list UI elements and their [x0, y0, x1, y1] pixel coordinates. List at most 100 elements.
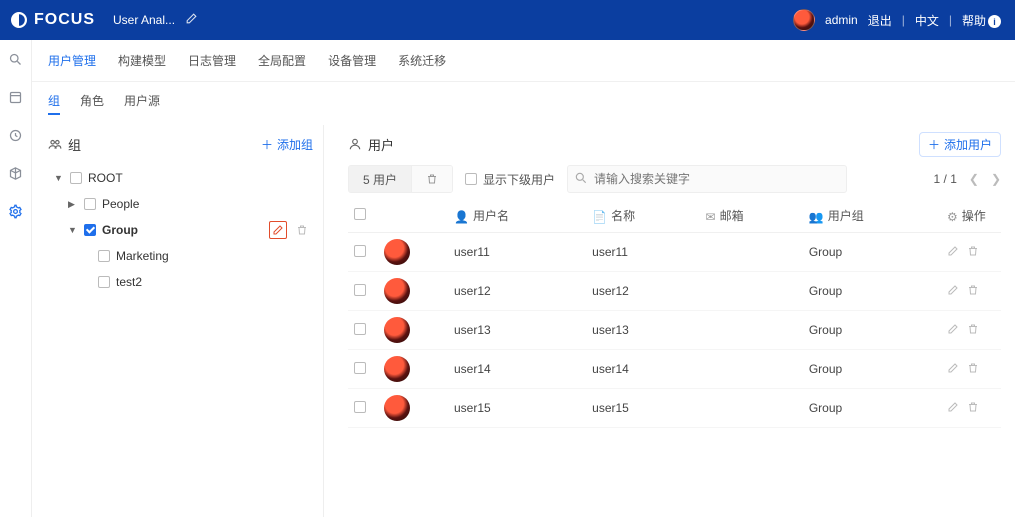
nav2-item-0[interactable]: 组 [48, 92, 60, 115]
workspace-label: User Anal... [113, 13, 175, 27]
trash-icon[interactable] [967, 362, 979, 377]
trash-icon[interactable] [293, 221, 311, 239]
search-input[interactable] [567, 165, 847, 193]
add-user-button[interactable]: ＋ 添加用户 [919, 132, 1001, 157]
user-table: 👤用户名 📄名称 ✉邮箱 👥用户组 ⚙操作 user11user11Groupu… [348, 199, 1001, 428]
cube-icon[interactable] [8, 166, 23, 184]
avatar[interactable] [793, 9, 815, 31]
user-icon [348, 137, 362, 151]
cell-group: Group [803, 389, 941, 428]
logout-link[interactable]: 退出 [868, 12, 892, 29]
table-row[interactable]: user11user11Group [348, 233, 1001, 272]
table-row[interactable]: user13user13Group [348, 311, 1001, 350]
add-group-button[interactable]: ＋ 添加组 [257, 136, 317, 153]
show-subgroup-checkbox[interactable] [465, 173, 477, 185]
nav1-item-0[interactable]: 用户管理 [48, 52, 96, 75]
mail-icon: ✉ [706, 210, 716, 224]
row-checkbox[interactable] [354, 284, 366, 296]
nav1-item-4[interactable]: 设备管理 [328, 52, 376, 75]
select-all-checkbox[interactable] [354, 208, 366, 220]
caret-icon[interactable]: ▶ [68, 199, 78, 210]
cell-name: user15 [586, 389, 699, 428]
tree-row-people[interactable]: ▶ People [48, 191, 317, 217]
row-actions [947, 362, 995, 377]
user-icon: 👤 [454, 210, 469, 224]
page-label: 1 / 1 [934, 172, 957, 186]
tree-checkbox[interactable] [84, 224, 96, 236]
user-title: 用户 [348, 135, 394, 154]
table-row[interactable]: user14user14Group [348, 350, 1001, 389]
col-action: 操作 [962, 209, 986, 223]
edit-icon[interactable] [947, 323, 959, 338]
tree-row-root[interactable]: ▼ ROOT [48, 165, 317, 191]
top-right: admin 退出 | 中文 | 帮助i [793, 9, 1001, 31]
bulk-delete-button[interactable] [411, 166, 452, 192]
tree-checkbox[interactable] [98, 250, 110, 262]
clock-icon[interactable] [8, 128, 23, 146]
nav2-item-2[interactable]: 用户源 [124, 92, 160, 115]
tree-label[interactable]: Group [102, 223, 138, 237]
tree-label[interactable]: Marketing [116, 249, 169, 263]
nav1-item-5[interactable]: 系统迁移 [398, 52, 446, 75]
panels: 组 ＋ 添加组 ▼ ROOT ▶ People ▼ Group Marketing test2… [32, 125, 1015, 517]
row-checkbox[interactable] [354, 323, 366, 335]
nav1-item-1[interactable]: 构建模型 [118, 52, 166, 75]
search-icon[interactable] [8, 52, 23, 70]
lang-link[interactable]: 中文 [915, 12, 939, 29]
edit-icon[interactable] [947, 362, 959, 377]
cell-email [700, 233, 803, 272]
col-name: 名称 [611, 209, 635, 223]
edit-icon[interactable] [947, 284, 959, 299]
row-checkbox[interactable] [354, 401, 366, 413]
user-table-body: user11user11Groupuser12user12Groupuser13… [348, 233, 1001, 428]
trash-icon[interactable] [967, 284, 979, 299]
trash-icon [426, 173, 438, 185]
prev-page-button[interactable]: ❮ [969, 172, 979, 186]
tree-checkbox[interactable] [70, 172, 82, 184]
col-email: 邮箱 [720, 209, 744, 223]
tree-checkbox[interactable] [98, 276, 110, 288]
tree-row-test2[interactable]: test2 [48, 269, 317, 295]
edit-icon[interactable] [269, 221, 287, 239]
trash-icon[interactable] [967, 245, 979, 260]
col-group: 用户组 [828, 209, 864, 223]
tree-label[interactable]: People [102, 197, 139, 211]
group-title: 组 [48, 135, 81, 154]
nav1-item-3[interactable]: 全局配置 [258, 52, 306, 75]
workspace-tab[interactable]: User Anal... [113, 12, 198, 28]
group-title-text: 组 [68, 135, 81, 154]
tree-row-marketing[interactable]: Marketing [48, 243, 317, 269]
top-bar: FOCUS User Anal... admin 退出 | 中文 | 帮助i [0, 0, 1015, 40]
trash-icon[interactable] [967, 401, 979, 416]
edit-icon[interactable] [185, 12, 198, 28]
tree-label[interactable]: test2 [116, 275, 142, 289]
tree-row-group[interactable]: ▼ Group [48, 217, 317, 243]
table-row[interactable]: user15user15Group [348, 389, 1001, 428]
show-subgroup-toggle[interactable]: 显示下级用户 [465, 171, 555, 188]
trash-icon[interactable] [967, 323, 979, 338]
help-link[interactable]: 帮助i [962, 12, 1001, 29]
caret-icon[interactable]: ▼ [54, 173, 64, 183]
app-body: 用户管理构建模型日志管理全局配置设备管理系统迁移 组角色用户源 组 ＋ 添加组 … [0, 40, 1015, 517]
tree-label[interactable]: ROOT [88, 171, 123, 185]
row-checkbox[interactable] [354, 245, 366, 257]
sep: | [902, 13, 905, 27]
group-icon [48, 137, 62, 151]
nav1-item-2[interactable]: 日志管理 [188, 52, 236, 75]
cell-email [700, 311, 803, 350]
next-page-button[interactable]: ❯ [991, 172, 1001, 186]
row-checkbox[interactable] [354, 362, 366, 374]
tree-checkbox[interactable] [84, 198, 96, 210]
search-wrap [567, 165, 847, 193]
nav2-item-1[interactable]: 角色 [80, 92, 104, 115]
user-panel-header: 用户 ＋ 添加用户 [348, 133, 1001, 155]
user-count-tab[interactable]: 5 用户 [349, 166, 411, 192]
book-icon[interactable] [8, 90, 23, 108]
user-link[interactable]: admin [825, 13, 858, 27]
cell-username: user14 [448, 350, 586, 389]
gear-icon[interactable] [8, 204, 23, 222]
table-row[interactable]: user12user12Group [348, 272, 1001, 311]
edit-icon[interactable] [947, 245, 959, 260]
edit-icon[interactable] [947, 401, 959, 416]
caret-icon[interactable]: ▼ [68, 225, 78, 235]
